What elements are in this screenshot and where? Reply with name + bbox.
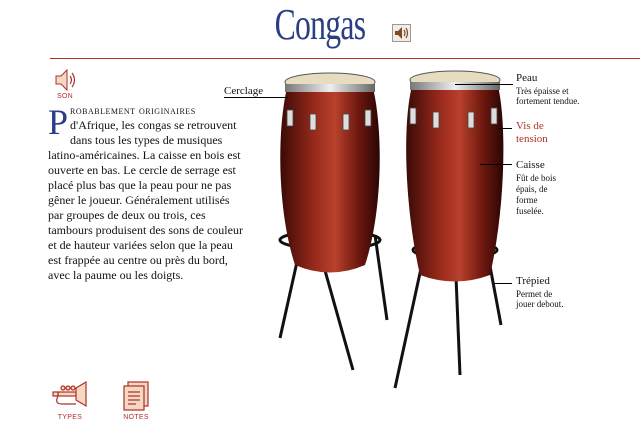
label-vis-line-2: tension (516, 133, 548, 145)
label-caisse-desc-1: Fût de bois (516, 173, 557, 183)
notes-button[interactable]: NOTES (114, 378, 158, 426)
congas-illustration (278, 70, 504, 389)
cerclage-leader (224, 97, 288, 98)
notes-button-label: NOTES (123, 414, 149, 421)
description-lead: robablement originaires (70, 103, 196, 117)
label-caisse-title: Caisse (516, 159, 545, 171)
title-sound-button[interactable] (392, 24, 411, 42)
speaker-icon (395, 27, 409, 39)
title-divider (50, 58, 640, 59)
caisse-leader (480, 164, 512, 165)
label-trepied-desc-1: Permet de (516, 289, 553, 299)
types-button[interactable]: TYPES (48, 378, 92, 426)
label-trepied-title: Trépied (516, 275, 550, 287)
vis-leader (498, 128, 512, 129)
label-vis-line-1: Vis de (516, 120, 544, 132)
label-caisse-desc-2: épais, de (516, 184, 548, 194)
types-button-label: TYPES (57, 414, 83, 421)
label-peau-desc-1: Très épaisse et (516, 86, 569, 96)
sound-button-label: SON (56, 93, 74, 100)
trumpet-icon (52, 380, 87, 408)
right-conga (406, 70, 504, 282)
drop-cap: P (48, 102, 69, 142)
description-body: d'Afrique, les congas se retrouvent dans… (48, 118, 243, 282)
notes-stack-icon (123, 381, 149, 411)
label-cerclage: Cerclage (224, 85, 264, 97)
speaker-icon (55, 68, 76, 92)
page-title: Congas (0, 2, 640, 48)
trepied-leader (494, 283, 512, 284)
description-text: Probablement originaires d'Afrique, les … (48, 103, 246, 283)
peau-leader (455, 84, 513, 85)
label-caisse-desc-4: fuselée. (516, 206, 544, 216)
title-text: Congas (274, 0, 366, 49)
left-conga (280, 72, 380, 273)
sound-button[interactable] (50, 66, 80, 106)
label-caisse-desc-3: forme (516, 195, 538, 205)
label-trepied-desc-2: jouer debout. (516, 299, 564, 309)
label-peau-desc-2: fortement tendue. (516, 96, 580, 106)
label-peau-title: Peau (516, 72, 538, 84)
